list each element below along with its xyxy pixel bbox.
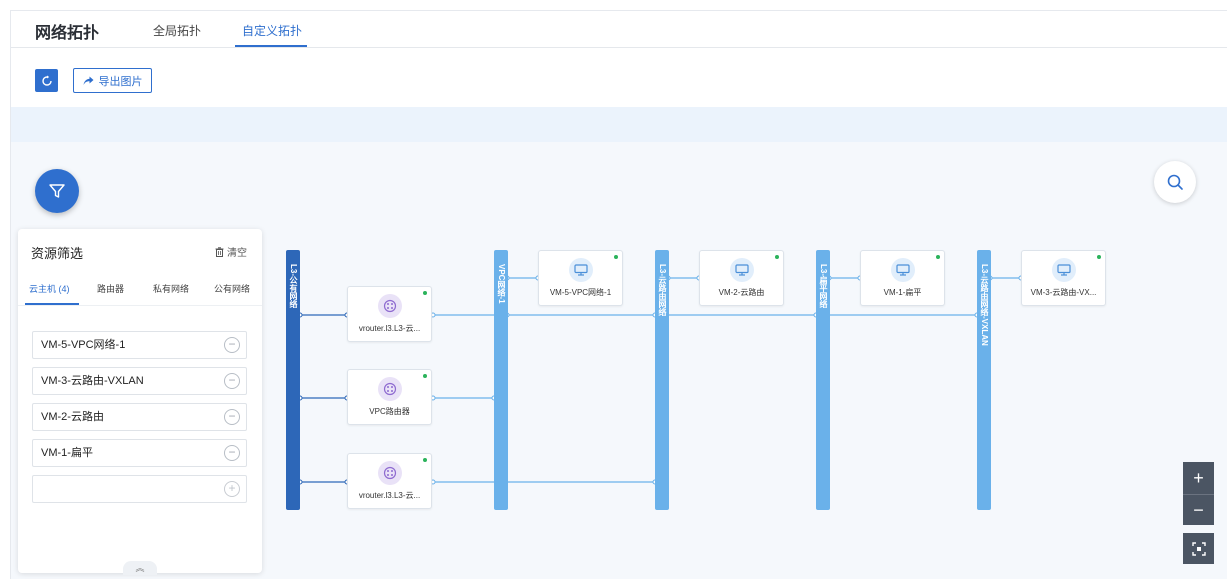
zoom-in-icon: + — [1193, 467, 1204, 488]
network-bus[interactable]: L3-扁平网络 — [816, 250, 830, 510]
network-bus[interactable]: L3-云路由网络 — [655, 250, 669, 510]
status-dot — [423, 374, 427, 378]
node-label: vrouter.l3.L3-云... — [358, 324, 421, 333]
fit-screen-icon — [1191, 541, 1206, 556]
vm-node[interactable]: VM-1-扁平 — [860, 250, 945, 306]
status-dot — [1097, 255, 1101, 259]
node-label: VPC路由器 — [369, 407, 410, 416]
vm-node[interactable]: VM-5-VPC网络-1 — [538, 250, 623, 306]
node-label: VM-5-VPC网络-1 — [549, 288, 612, 297]
network-bus[interactable]: VPC网络-1 — [494, 250, 508, 510]
node-label: vrouter.l3.L3-云... — [358, 491, 421, 500]
zoom-out-button[interactable]: − — [1183, 494, 1214, 525]
status-dot — [423, 291, 427, 295]
monitor-icon — [1051, 258, 1076, 282]
router-node[interactable]: VPC路由器 — [347, 369, 432, 425]
router-icon — [377, 461, 402, 485]
router-node[interactable]: vrouter.l3.L3-云... — [347, 286, 432, 342]
monitor-icon — [890, 258, 915, 282]
node-label: VM-2-云路由 — [718, 288, 765, 297]
vm-node[interactable]: VM-2-云路由 — [699, 250, 784, 306]
status-dot — [775, 255, 779, 259]
topology-app: 网络拓扑 全局拓扑 自定义拓扑 导出图片 资源筛选 清空 云主机 (4) 路由器… — [10, 10, 1227, 579]
network-label: L3-云路由网络-VXLAN — [980, 264, 989, 346]
fit-view-button[interactable] — [1183, 533, 1214, 564]
network-bus[interactable]: L3-公有网络 — [286, 250, 300, 510]
router-icon — [377, 294, 402, 318]
vm-node[interactable]: VM-3-云路由-VX... — [1021, 250, 1106, 306]
network-label: L3-云路由网络 — [658, 264, 667, 316]
router-icon — [377, 377, 402, 401]
zoom-out-icon: − — [1193, 499, 1204, 520]
zoom-in-button[interactable]: + — [1183, 462, 1214, 494]
network-label: L3-公有网络 — [289, 264, 298, 308]
network-label: VPC网络-1 — [497, 264, 506, 304]
status-dot — [423, 458, 427, 462]
status-dot — [936, 255, 940, 259]
search-icon — [1167, 174, 1183, 190]
monitor-icon — [568, 258, 593, 282]
network-label: L3-扁平网络 — [819, 264, 828, 308]
node-label: VM-1-扁平 — [883, 288, 922, 297]
status-dot — [614, 255, 618, 259]
search-button[interactable] — [1154, 161, 1196, 203]
node-label: VM-3-云路由-VX... — [1030, 288, 1097, 297]
monitor-icon — [729, 258, 754, 282]
router-node[interactable]: vrouter.l3.L3-云... — [347, 453, 432, 509]
network-bus[interactable]: L3-云路由网络-VXLAN — [977, 250, 991, 510]
